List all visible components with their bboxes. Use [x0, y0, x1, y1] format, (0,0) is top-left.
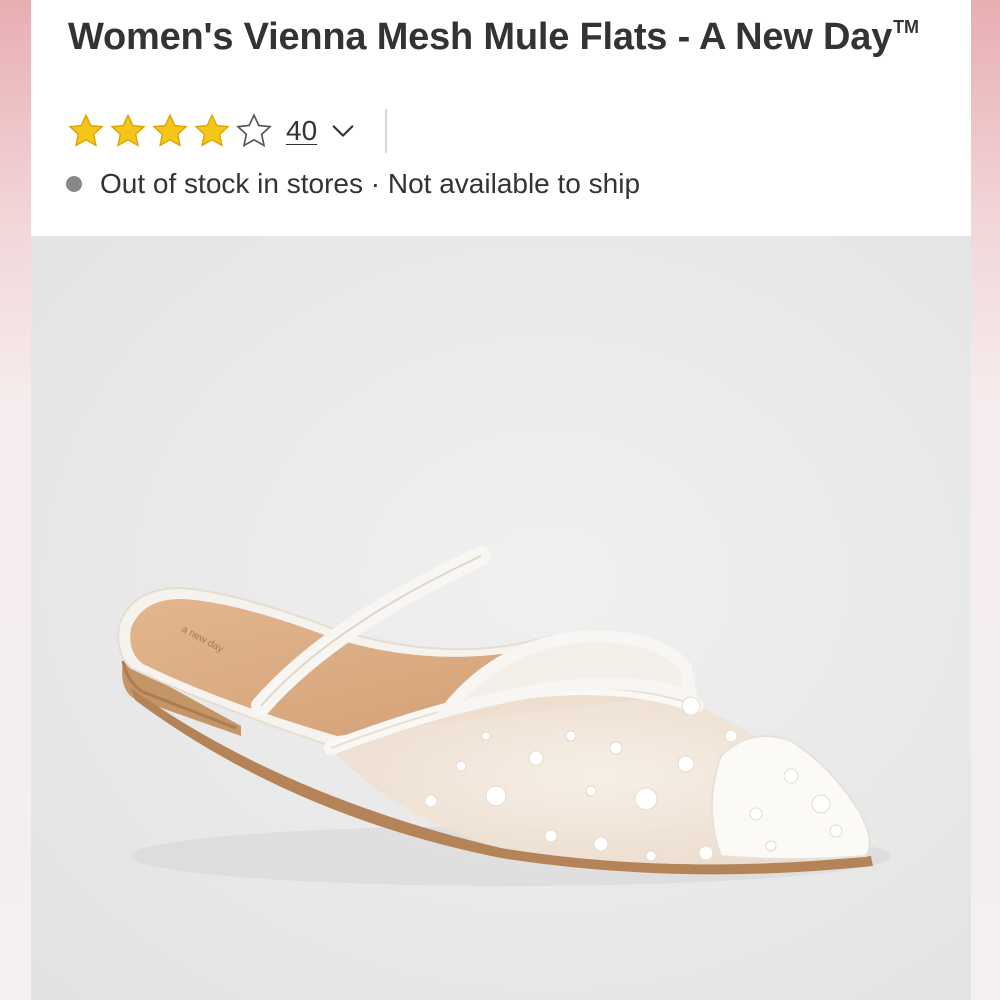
availability-status: Out of stock in stores · Not available t… [66, 168, 640, 200]
trademark-mark: TM [893, 17, 919, 37]
right-edge [971, 0, 1000, 1000]
rating-divider [385, 109, 388, 153]
review-count-link[interactable]: 40 [286, 115, 317, 147]
product-title: Women's Vienna Mesh Mule Flats - A New D… [68, 2, 948, 62]
star-filled-icon [194, 113, 230, 147]
rating-row[interactable]: 40 [66, 108, 388, 154]
star-filled-icon [110, 113, 146, 147]
product-header: Women's Vienna Mesh Mule Flats - A New D… [31, 0, 971, 236]
star-empty-icon [236, 113, 272, 148]
product-title-text: Women's Vienna Mesh Mule Flats - A New D… [68, 16, 893, 58]
star-rating [66, 111, 276, 151]
mule-flat-shoe-image: a new day [117, 546, 891, 886]
product-image[interactable]: a new day [31, 236, 971, 1000]
star-filled-icon [152, 113, 188, 147]
chevron-down-icon[interactable] [329, 117, 357, 145]
star-filled-icon [68, 113, 104, 147]
product-card: Women's Vienna Mesh Mule Flats - A New D… [31, 0, 971, 1000]
left-edge [0, 0, 31, 1000]
availability-text: Out of stock in stores · Not available t… [100, 168, 641, 199]
status-dot-icon [66, 176, 82, 192]
